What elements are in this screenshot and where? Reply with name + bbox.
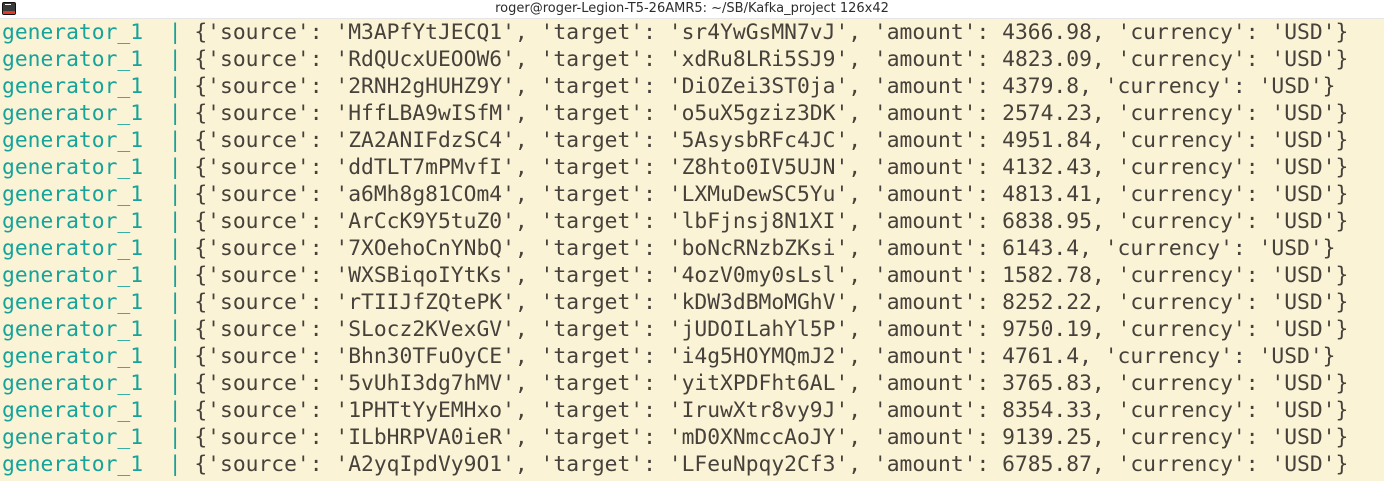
log-separator: | <box>168 263 182 288</box>
log-message: {'source': 'ArCcK9Y5tuZ0', 'target': 'lb… <box>194 209 1349 234</box>
log-separator: | <box>168 155 182 180</box>
service-name: generator_1 <box>2 128 144 153</box>
service-name: generator_1 <box>2 371 144 396</box>
service-name: generator_1 <box>2 101 144 126</box>
log-message: {'source': 'SLocz2KVexGV', 'target': 'jU… <box>194 317 1349 342</box>
log-message: {'source': '2RNH2gHUHZ9Y', 'target': 'Di… <box>194 74 1336 99</box>
service-name: generator_1 <box>2 155 144 180</box>
log-message: {'source': 'ddTLT7mPMvfI', 'target': 'Z8… <box>194 155 1349 180</box>
log-message: {'source': '7XOehoCnYNbQ', 'target': 'bo… <box>194 236 1336 261</box>
log-separator: | <box>168 344 182 369</box>
log-line: generator_1 | {'source': '5vUhI3dg7hMV',… <box>2 370 1348 397</box>
log-separator: | <box>168 290 182 315</box>
terminal-output[interactable]: generator_1 | {'source': 'M3APfYtJECQ1',… <box>0 19 1384 481</box>
service-name: generator_1 <box>2 290 144 315</box>
log-message: {'source': 'Bhn30TFuOyCE', 'target': 'i4… <box>194 344 1336 369</box>
log-separator: | <box>168 398 182 423</box>
log-message: {'source': 'A2yqIpdVy9O1', 'target': 'LF… <box>194 452 1349 477</box>
log-message: {'source': 'RdQUcxUEOOW6', 'target': 'xd… <box>194 47 1349 72</box>
log-separator: | <box>168 209 182 234</box>
window-title: roger@roger-Legion-T5-26AMR5: ~/SB/Kafka… <box>495 1 889 16</box>
service-name: generator_1 <box>2 452 144 477</box>
service-name: generator_1 <box>2 425 144 450</box>
service-name: generator_1 <box>2 209 144 234</box>
service-name: generator_1 <box>2 20 144 45</box>
service-name: generator_1 <box>2 263 144 288</box>
log-message: {'source': 'rTIIJfZQtePK', 'target': 'kD… <box>194 290 1349 315</box>
log-line: generator_1 | {'source': '2RNH2gHUHZ9Y',… <box>2 73 1336 100</box>
log-line: generator_1 | {'source': 'rTIIJfZQtePK',… <box>2 289 1348 316</box>
log-message: {'source': 'ZA2ANIFdzSC4', 'target': '5A… <box>194 128 1349 153</box>
log-message: {'source': '5vUhI3dg7hMV', 'target': 'yi… <box>194 371 1349 396</box>
log-message: {'source': 'HffLBA9wISfM', 'target': 'o5… <box>194 101 1349 126</box>
log-separator: | <box>168 182 182 207</box>
log-message: {'source': 'M3APfYtJECQ1', 'target': 'sr… <box>194 20 1349 45</box>
terminal-window: roger@roger-Legion-T5-26AMR5: ~/SB/Kafka… <box>0 0 1384 481</box>
service-name: generator_1 <box>2 74 144 99</box>
log-line: generator_1 | {'source': 'ILbHRPVA0ieR',… <box>2 424 1348 451</box>
log-separator: | <box>168 74 182 99</box>
log-message: {'source': '1PHTtYyEMHxo', 'target': 'Ir… <box>194 398 1349 423</box>
log-line: generator_1 | {'source': 'a6Mh8g81COm4',… <box>2 181 1348 208</box>
log-line: generator_1 | {'source': 'A2yqIpdVy9O1',… <box>2 451 1348 478</box>
log-separator: | <box>168 317 182 342</box>
log-line: generator_1 | {'source': 'ddTLT7mPMvfI',… <box>2 154 1348 181</box>
log-line: generator_1 | {'source': 'HffLBA9wISfM',… <box>2 100 1348 127</box>
service-name: generator_1 <box>2 317 144 342</box>
log-separator: | <box>168 128 182 153</box>
log-line: generator_1 | {'source': 'M3APfYtJECQ1',… <box>2 19 1348 46</box>
log-line: generator_1 | {'source': 'WXSBiqoIYtKs',… <box>2 262 1348 289</box>
log-message: {'source': 'a6Mh8g81COm4', 'target': 'LX… <box>194 182 1349 207</box>
log-line: generator_1 | {'source': 'ZA2ANIFdzSC4',… <box>2 127 1348 154</box>
log-separator: | <box>168 452 182 477</box>
log-separator: | <box>168 20 182 45</box>
log-separator: | <box>168 47 182 72</box>
log-line: generator_1 | {'source': '1PHTtYyEMHxo',… <box>2 397 1348 424</box>
service-name: generator_1 <box>2 236 144 261</box>
log-message: {'source': 'ILbHRPVA0ieR', 'target': 'mD… <box>194 425 1349 450</box>
service-name: generator_1 <box>2 344 144 369</box>
title-bar[interactable]: roger@roger-Legion-T5-26AMR5: ~/SB/Kafka… <box>0 0 1384 19</box>
log-separator: | <box>168 101 182 126</box>
service-name: generator_1 <box>2 398 144 423</box>
log-separator: | <box>168 425 182 450</box>
log-line: generator_1 | {'source': 'ArCcK9Y5tuZ0',… <box>2 208 1348 235</box>
log-line: generator_1 | {'source': '7XOehoCnYNbQ',… <box>2 235 1336 262</box>
log-line: generator_1 | {'source': 'RdQUcxUEOOW6',… <box>2 46 1348 73</box>
log-separator: | <box>168 236 182 261</box>
log-line: generator_1 | {'source': 'SLocz2KVexGV',… <box>2 316 1348 343</box>
log-line: generator_1 | {'source': 'Bhn30TFuOyCE',… <box>2 343 1336 370</box>
service-name: generator_1 <box>2 47 144 72</box>
log-separator: | <box>168 371 182 396</box>
log-message: {'source': 'WXSBiqoIYtKs', 'target': '4o… <box>194 263 1349 288</box>
service-name: generator_1 <box>2 182 144 207</box>
